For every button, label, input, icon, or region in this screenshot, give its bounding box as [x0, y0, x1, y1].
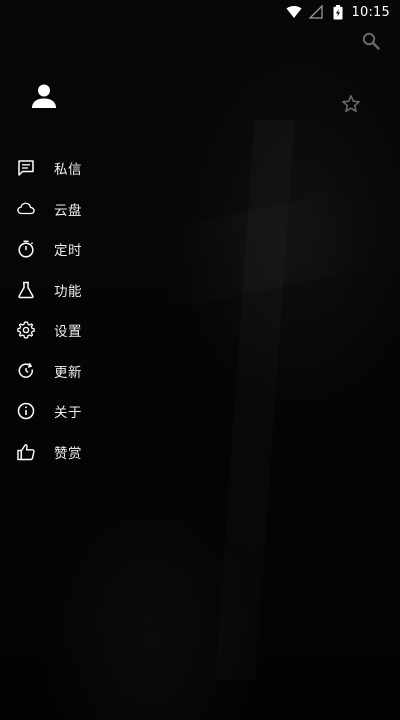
menu-item-label: 定时 [54, 243, 82, 260]
menu-item-label: 赞赏 [54, 445, 82, 462]
menu-item-timer[interactable]: 定时 [17, 229, 177, 270]
menu-item-messages[interactable]: 私信 [17, 148, 177, 189]
drawer-screen: 10:15 私信 云盘 定时 功能 设置 更新 关于 赞赏 [0, 0, 400, 720]
flask-icon [17, 281, 35, 299]
menu-item-settings[interactable]: 设置 [17, 310, 177, 351]
user-icon [30, 82, 58, 110]
menu-item-label: 关于 [54, 405, 82, 422]
status-time: 10:15 [351, 4, 390, 20]
gear-icon [17, 321, 35, 339]
menu-item-label: 云盘 [54, 202, 82, 219]
status-bar: 10:15 [0, 0, 400, 24]
refresh-icon [17, 362, 35, 380]
info-icon [17, 402, 35, 420]
drawer-menu: 私信 云盘 定时 功能 设置 更新 关于 赞赏 [17, 148, 177, 472]
menu-item-update[interactable]: 更新 [17, 351, 177, 392]
menu-item-label: 设置 [54, 324, 82, 341]
search-icon [362, 32, 380, 50]
star-outline-icon [341, 94, 361, 114]
avatar[interactable] [30, 82, 58, 110]
wifi-icon [286, 4, 302, 20]
menu-item-label: 更新 [54, 364, 82, 381]
menu-item-cloud[interactable]: 云盘 [17, 189, 177, 230]
cloud-icon [17, 200, 35, 218]
search-button[interactable] [360, 30, 382, 52]
favorite-button[interactable] [340, 93, 362, 115]
signal-icon [308, 4, 324, 20]
menu-item-label: 私信 [54, 162, 82, 179]
battery-icon [330, 4, 346, 20]
timer-icon [17, 240, 35, 258]
menu-item-donate[interactable]: 赞赏 [17, 432, 177, 473]
thumbs-up-icon [17, 443, 35, 461]
menu-item-features[interactable]: 功能 [17, 270, 177, 311]
message-icon [17, 159, 35, 177]
menu-item-label: 功能 [54, 283, 82, 300]
menu-item-about[interactable]: 关于 [17, 391, 177, 432]
